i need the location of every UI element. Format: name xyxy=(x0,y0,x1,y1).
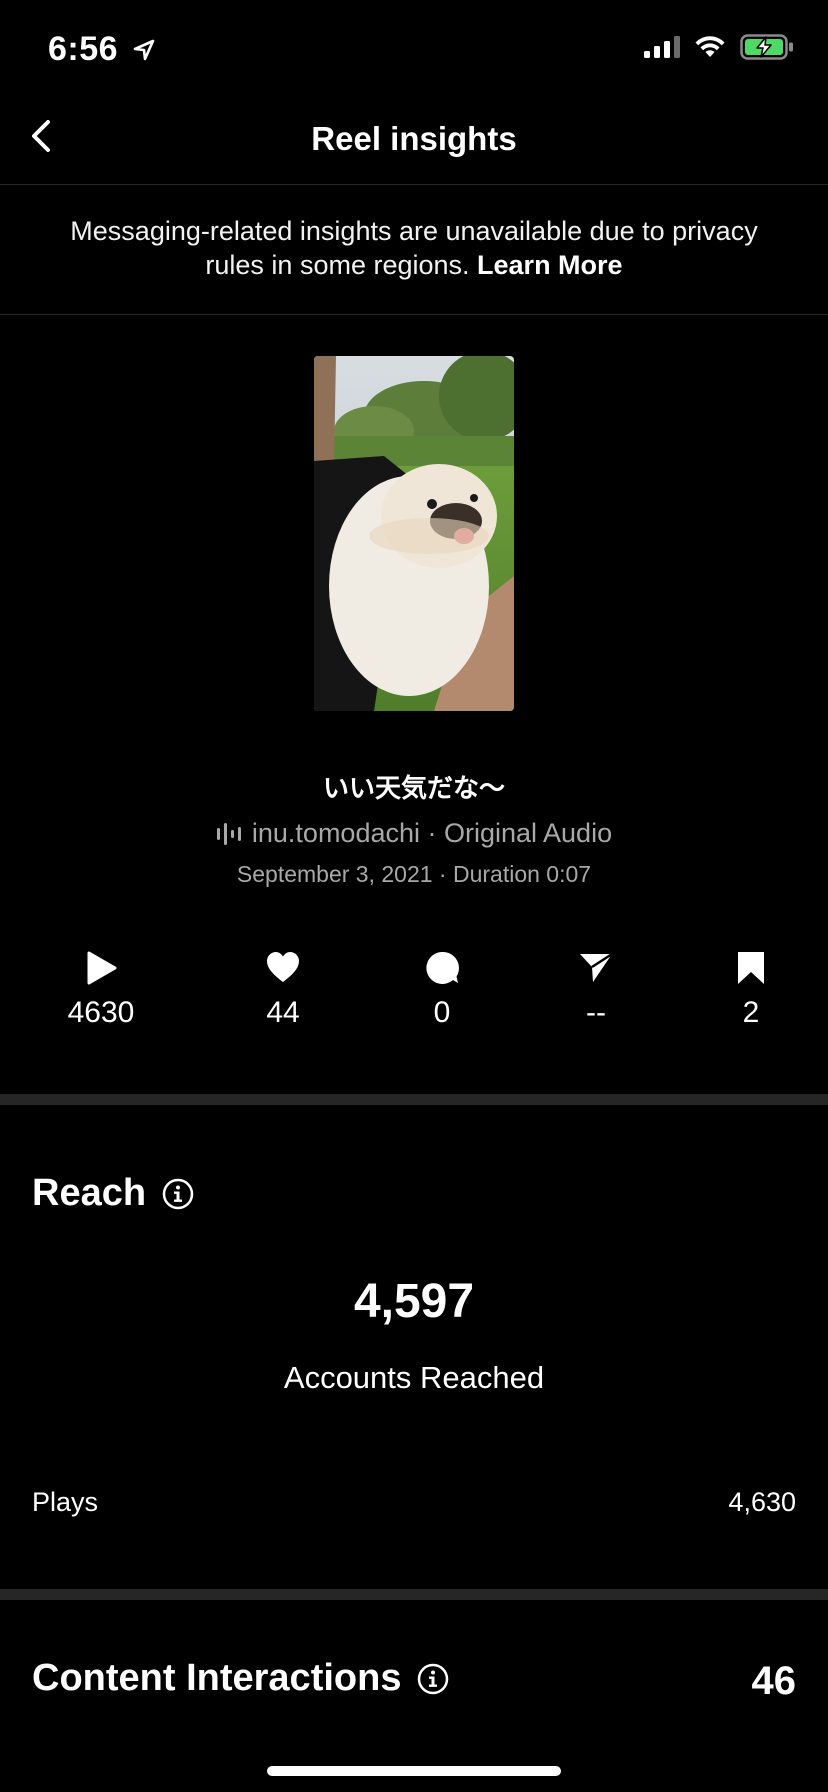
battery-charging-icon xyxy=(740,34,793,60)
reach-title: Reach xyxy=(32,1172,147,1214)
audio-waveform-icon xyxy=(216,822,241,845)
reel-meta: September 3, 2021 · Duration 0:07 xyxy=(236,861,592,887)
reel-thumbnail[interactable] xyxy=(314,356,514,711)
divider xyxy=(0,314,828,315)
nav-header: Reel insights xyxy=(0,90,828,185)
send-paper-plane-icon xyxy=(580,952,613,982)
location-arrow-icon xyxy=(133,39,155,61)
content-interactions-title: Content Interactions xyxy=(32,1657,402,1699)
audio-label: inu.tomodachi · Original Audio xyxy=(251,818,613,848)
stat-saves-value: 2 xyxy=(742,996,760,1029)
status-time-text: 6:56 xyxy=(48,30,119,68)
comment-bubble-icon xyxy=(426,951,459,984)
bookmark-icon xyxy=(738,952,764,984)
content-interactions-value: 46 xyxy=(751,1659,797,1703)
reel-thumbnail-image xyxy=(314,356,514,711)
page-title: Reel insights xyxy=(311,120,517,157)
play-icon xyxy=(87,951,117,985)
home-indicator[interactable] xyxy=(267,1766,561,1776)
stat-comments-value: 0 xyxy=(433,996,451,1029)
accounts-reached-label: Accounts Reached xyxy=(283,1360,545,1395)
stat-shares: -- xyxy=(526,950,666,1030)
status-time: 6:56 xyxy=(48,30,156,69)
info-icon[interactable] xyxy=(162,1178,194,1210)
stat-plays: 4630 xyxy=(31,950,171,1030)
accounts-reached-value: 4,597 xyxy=(353,1275,475,1328)
privacy-notice-text: Messaging-related insights are unavailab… xyxy=(70,216,758,280)
info-icon[interactable] xyxy=(417,1663,449,1695)
plays-label: Plays xyxy=(32,1487,99,1517)
section-separator xyxy=(0,1094,828,1105)
wifi-icon xyxy=(695,36,725,57)
section-separator xyxy=(0,1589,828,1600)
audio-attribution[interactable]: inu.tomodachi · Original Audio xyxy=(0,818,828,849)
stat-likes: 44 xyxy=(213,950,353,1030)
heart-icon xyxy=(267,952,299,982)
stat-shares-value: -- xyxy=(586,996,606,1029)
cellular-signal-icon xyxy=(644,36,680,58)
stat-likes-value: 44 xyxy=(266,996,300,1029)
reel-caption: いい天気だな〜 xyxy=(322,773,505,803)
content-interactions-header: Content Interactions xyxy=(32,1657,449,1700)
status-indicators xyxy=(644,34,794,60)
plays-value: 4,630 xyxy=(728,1487,796,1517)
stat-saves: 2 xyxy=(681,950,821,1030)
stat-comments: 0 xyxy=(372,950,512,1030)
stat-plays-value: 4630 xyxy=(67,996,135,1029)
learn-more-link[interactable]: Learn More xyxy=(477,250,623,280)
privacy-notice: Messaging-related insights are unavailab… xyxy=(60,214,768,282)
reach-header: Reach xyxy=(32,1172,194,1215)
